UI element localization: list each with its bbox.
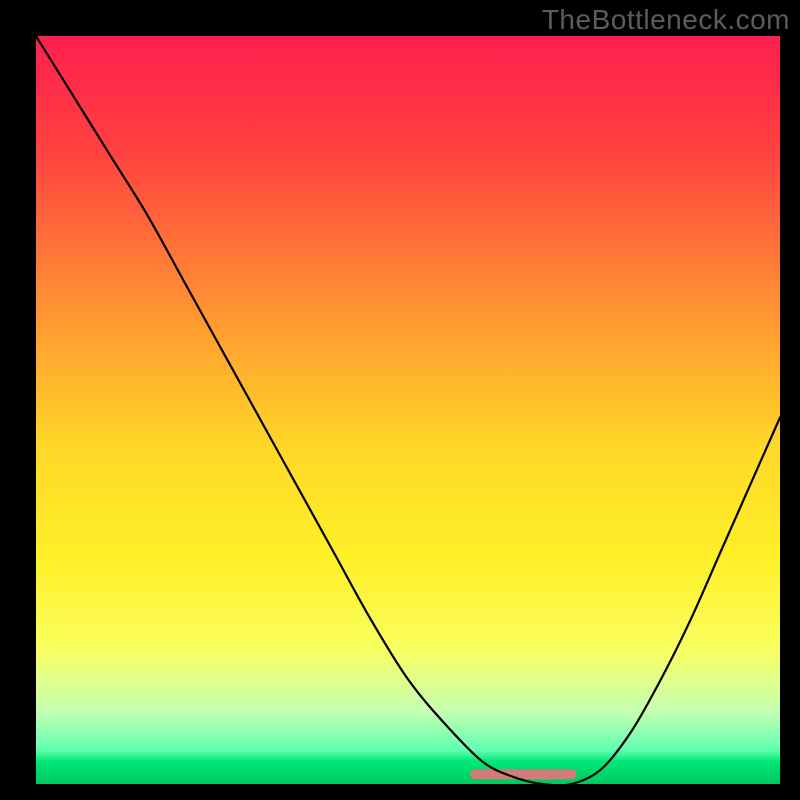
chart-background (36, 36, 780, 784)
bottleneck-chart (36, 36, 780, 784)
chart-container: TheBottleneck.com (0, 0, 800, 800)
watermark-text: TheBottleneck.com (542, 4, 790, 36)
